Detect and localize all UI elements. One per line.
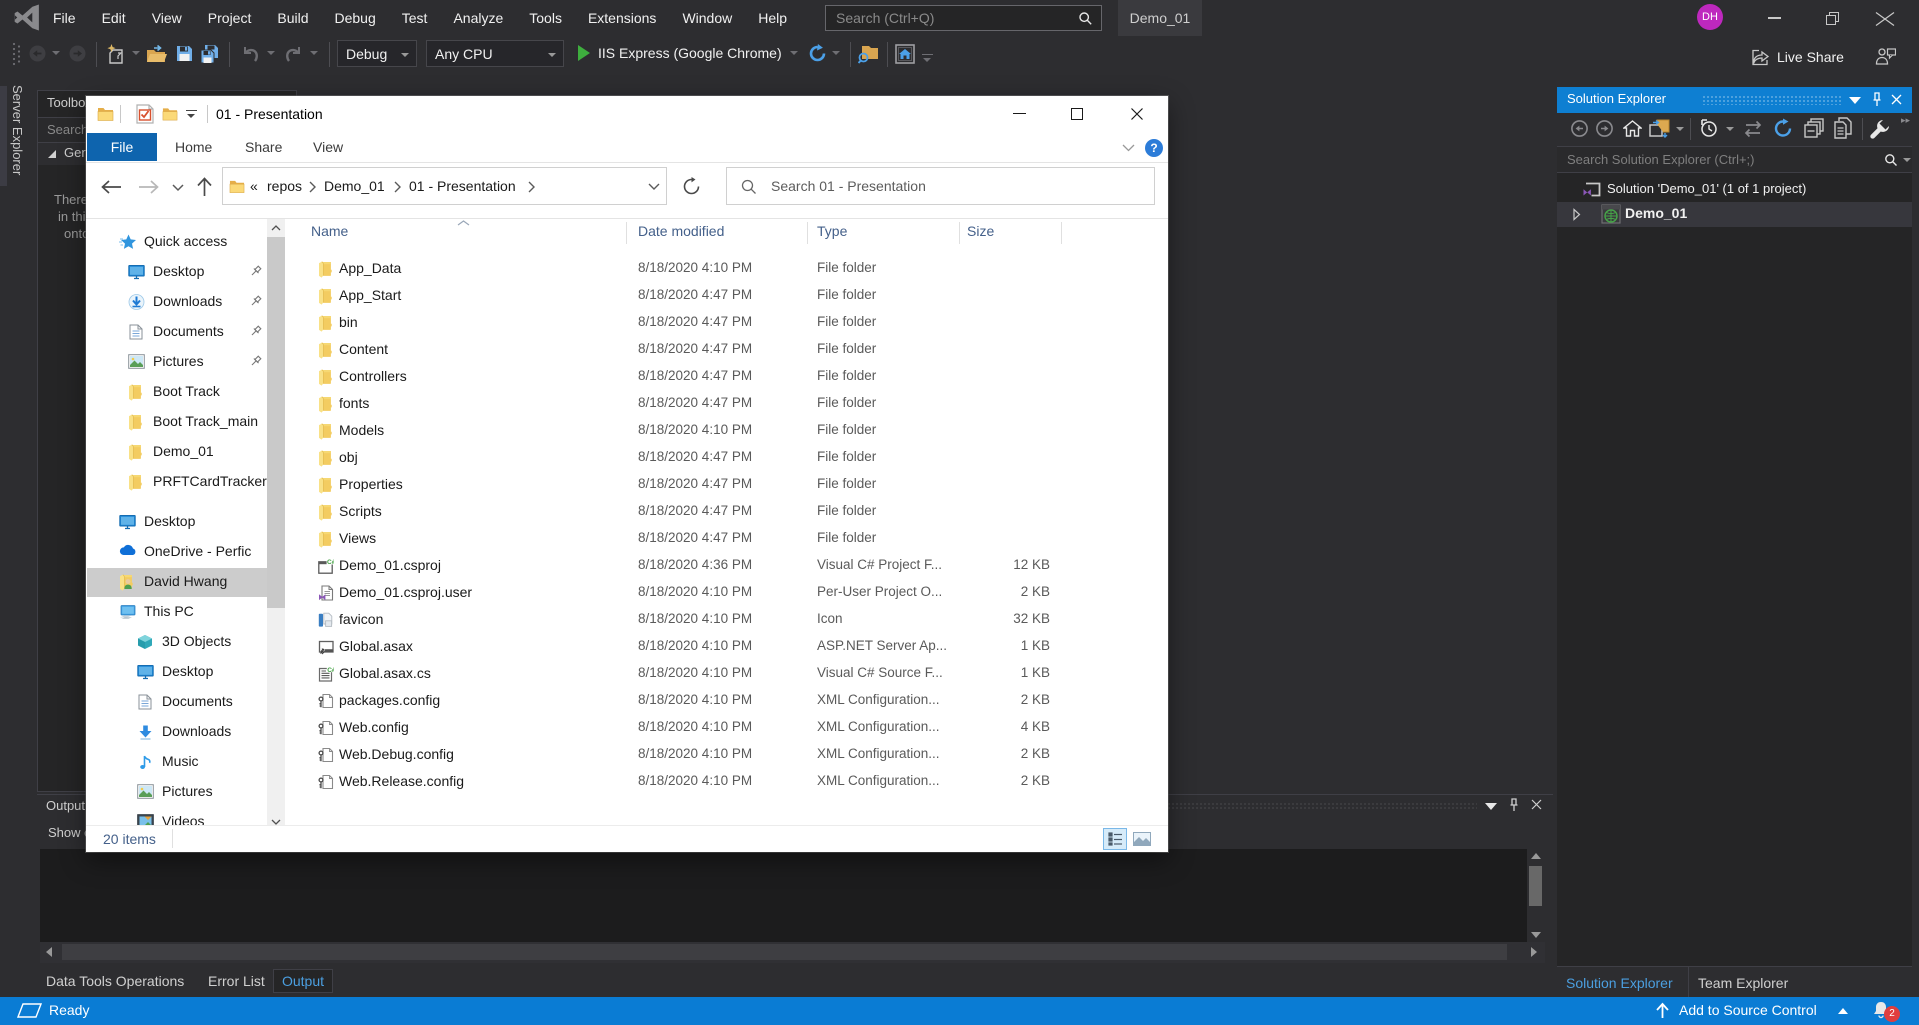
svg-text:C#: C# [327, 667, 334, 674]
svg-text:C#: C# [327, 559, 334, 566]
